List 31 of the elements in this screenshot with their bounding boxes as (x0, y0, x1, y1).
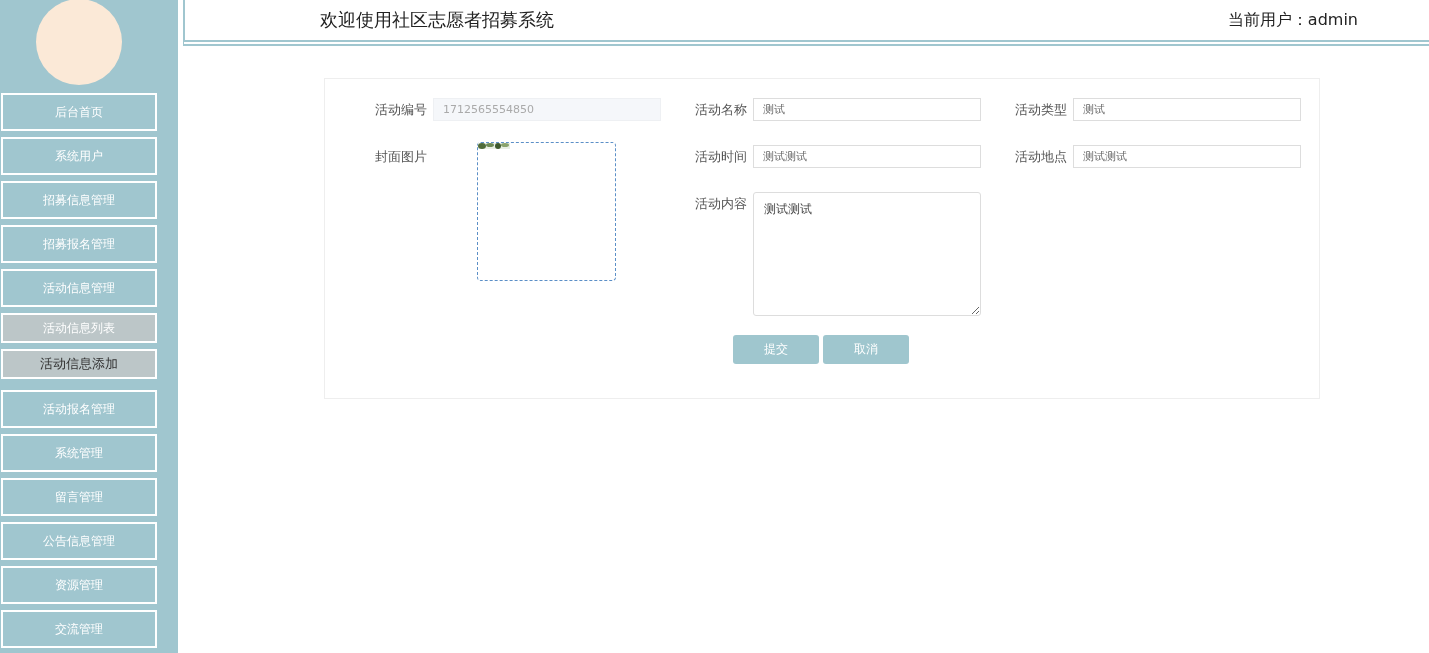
menu-item[interactable]: 公告信息管理 (1, 522, 157, 560)
field-label: 活动时间 (695, 148, 748, 166)
field-label: 活动类型 (1015, 101, 1068, 119)
page-title: 欢迎使用社区志愿者招募系统 (320, 8, 554, 32)
menu-item[interactable]: 资源管理 (1, 566, 157, 604)
input-field[interactable]: 测试 (753, 98, 981, 121)
menu-item[interactable]: 活动信息管理 (1, 269, 157, 307)
field-label: 活动地点 (1015, 148, 1068, 166)
field-label: 活动名称 (695, 101, 748, 119)
field-label: 活动编号 (375, 101, 428, 119)
input-field[interactable]: 测试测试 (753, 145, 981, 168)
current-user: 当前用户：admin (1227, 9, 1358, 31)
menu-item[interactable]: 活动报名管理 (1, 390, 157, 428)
menu-item[interactable]: 系统管理 (1, 434, 157, 472)
input-field[interactable]: 测试 (1073, 98, 1301, 121)
menu-item[interactable]: 招募报名管理 (1, 225, 157, 263)
submenu-item[interactable]: 活动信息列表 (1, 313, 157, 343)
image-upload[interactable] (477, 142, 616, 281)
submit-button[interactable]: 提交 (733, 335, 819, 364)
submenu-item[interactable]: 活动信息添加 (1, 349, 157, 379)
menu-item[interactable]: 招募信息管理 (1, 181, 157, 219)
input-field[interactable]: 测试测试 (1073, 145, 1301, 168)
menu-item[interactable]: 留言管理 (1, 478, 157, 516)
field-label: 封面图片 (375, 148, 428, 166)
cancel-button[interactable]: 取消 (823, 335, 909, 364)
field-label: 活动内容 (695, 195, 748, 213)
menu-item[interactable]: 后台首页 (1, 93, 157, 131)
menu-item[interactable]: 系统用户 (1, 137, 157, 175)
input-field[interactable]: 1712565554850 (433, 98, 661, 121)
text-area[interactable]: 测试测试 (753, 192, 981, 316)
menu-item[interactable]: 交流管理 (1, 610, 157, 648)
